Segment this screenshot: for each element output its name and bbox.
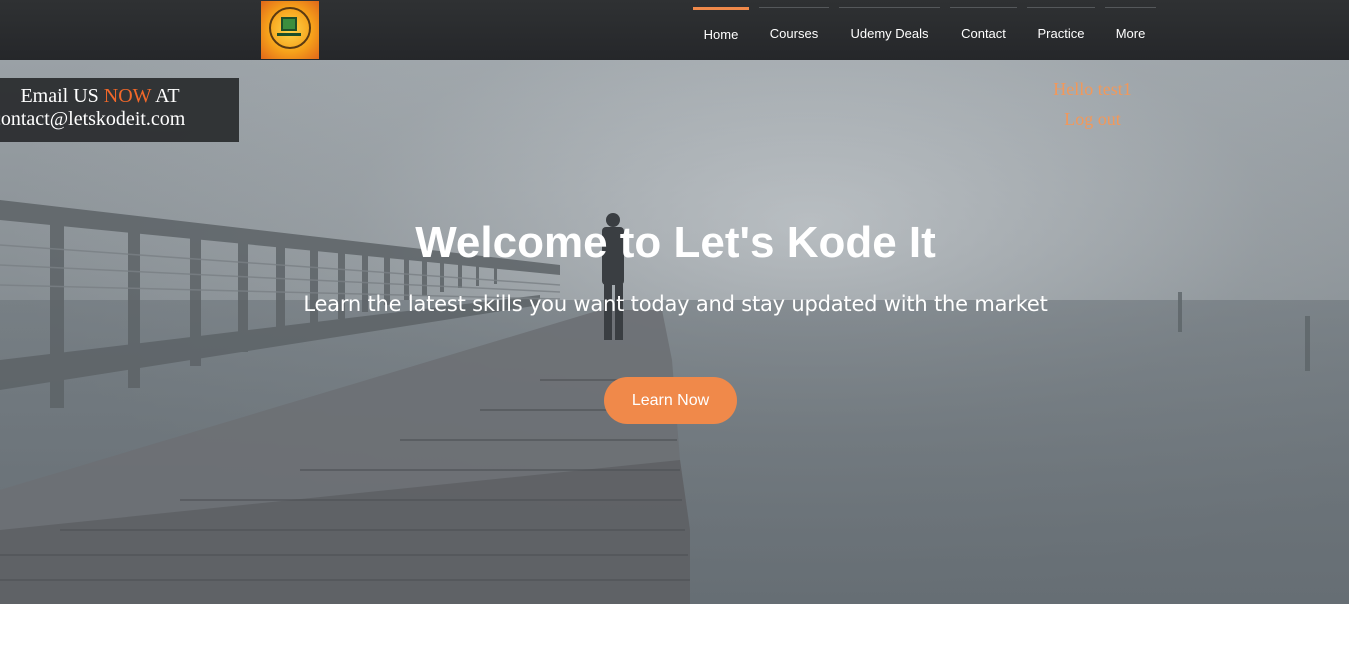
site-logo[interactable] — [261, 1, 319, 59]
learn-now-button[interactable]: Learn Now — [604, 377, 737, 424]
nav-item-courses[interactable]: Courses — [759, 7, 829, 60]
learn-now-label: Learn Now — [631, 391, 710, 409]
email-highlight: NOW — [103, 85, 152, 107]
site-header: Home Courses Udemy Deals Contact Practic… — [0, 0, 1366, 60]
email-prefix: Email US — [20, 85, 99, 107]
nav-item-label: Practice — [1037, 26, 1085, 41]
email-address[interactable]: contact@letskodeit.com — [0, 108, 185, 131]
nav-item-label: Courses — [769, 26, 819, 41]
hero-title: Welcome to Let's Kode It — [415, 218, 936, 267]
nav-item-practice[interactable]: Practice — [1027, 7, 1095, 60]
nav-item-label: Home — [703, 27, 739, 42]
hero-section: Email US NOW AT contact@letskodeit.com H… — [0, 60, 1349, 604]
email-banner: Email US NOW AT contact@letskodeit.com — [0, 78, 239, 142]
user-greeting: Hello test1 — [1053, 79, 1132, 99]
nav-item-udemy-deals[interactable]: Udemy Deals — [839, 7, 940, 60]
nav-item-label: More — [1115, 26, 1146, 41]
page-scrollbar[interactable] — [1349, 0, 1366, 654]
nav-item-label: Contact — [961, 26, 1006, 41]
nav-item-more[interactable]: More — [1105, 7, 1156, 60]
nav-item-contact[interactable]: Contact — [950, 7, 1017, 60]
nav-item-label: Udemy Deals — [850, 26, 929, 41]
email-suffix: AT — [155, 85, 180, 107]
email-banner-heading: Email US NOW AT — [0, 85, 200, 108]
logout-link[interactable]: Log out — [1020, 109, 1165, 130]
nav-item-home[interactable]: Home — [693, 7, 749, 60]
page: Home Courses Udemy Deals Contact Practic… — [0, 0, 1366, 654]
laptop-icon — [281, 17, 297, 31]
laptop-base-icon — [277, 33, 301, 36]
hero-subtitle: Learn the latest skills you want today a… — [303, 292, 1048, 316]
